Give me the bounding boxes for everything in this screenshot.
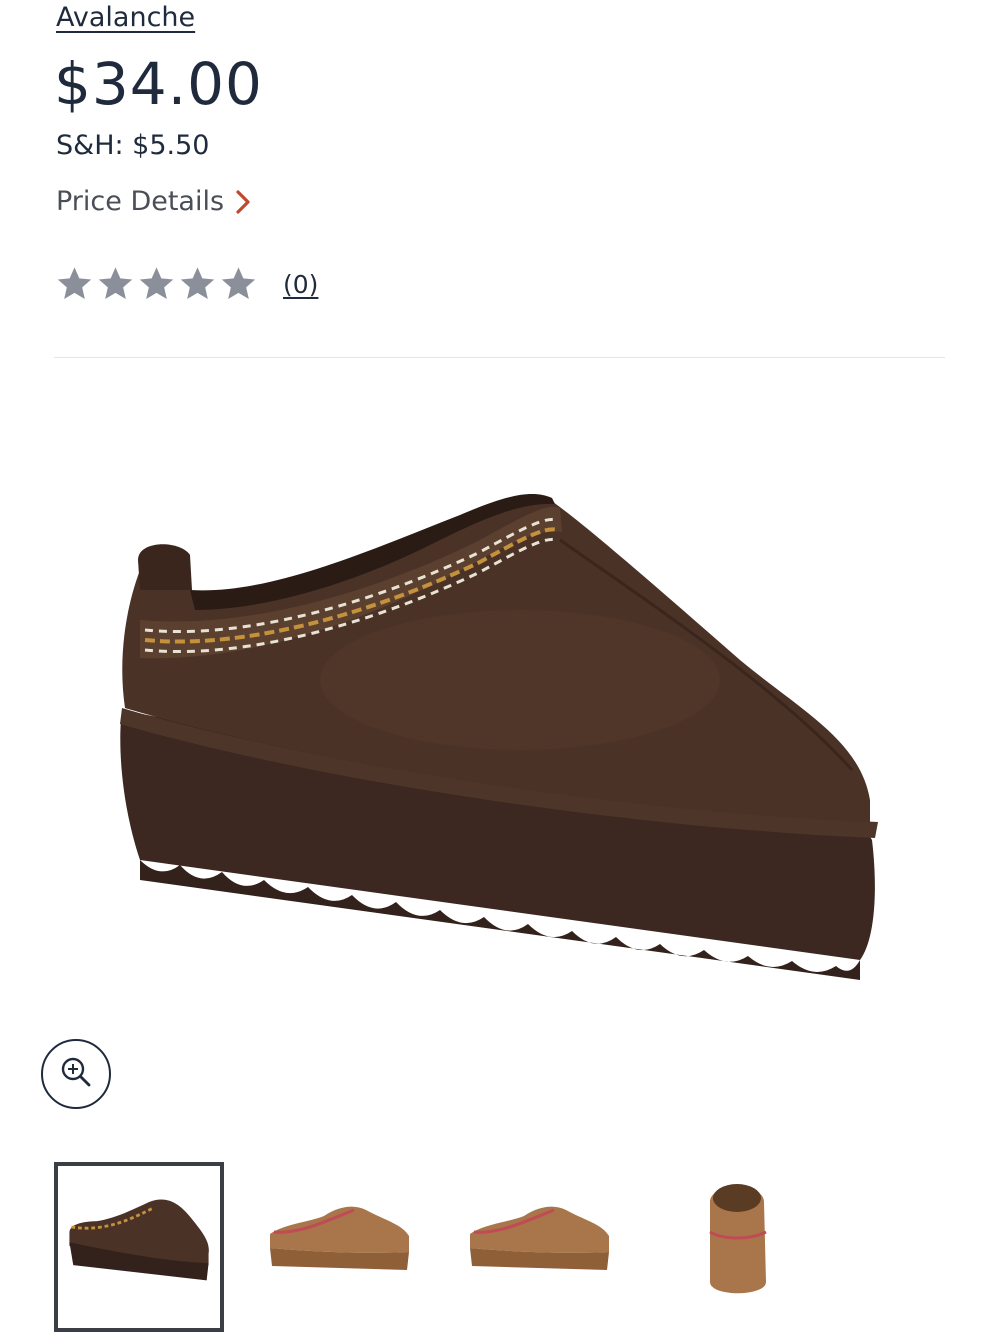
rating: (0) (54, 264, 318, 304)
thumbnail-brown-side[interactable] (54, 1162, 224, 1332)
review-count-link[interactable]: (0) (283, 270, 318, 299)
brand-link[interactable]: Avalanche (56, 2, 195, 33)
star-icon (54, 264, 95, 304)
chevron-right-icon (234, 189, 252, 215)
star-icon (95, 264, 136, 304)
thumbnail-chestnut-back[interactable] (654, 1162, 824, 1332)
price-details-link[interactable]: Price Details (56, 186, 252, 217)
thumbnail-strip (54, 1162, 945, 1333)
thumbnail-chestnut-side-alt[interactable] (454, 1162, 624, 1332)
star-icon (136, 264, 177, 304)
star-rating (54, 264, 259, 304)
star-icon (177, 264, 218, 304)
zoom-in-icon (59, 1055, 93, 1093)
price-details-label: Price Details (56, 186, 225, 217)
shipping-cost: S&H: $5.50 (56, 130, 210, 161)
product-price: $34.00 (54, 50, 263, 118)
divider (54, 357, 945, 358)
thumbnail-chestnut-partial[interactable] (854, 1162, 945, 1332)
main-product-image[interactable] (100, 440, 900, 1040)
star-icon (218, 264, 259, 304)
zoom-button[interactable] (41, 1039, 111, 1109)
thumbnail-chestnut-side[interactable] (254, 1162, 424, 1332)
